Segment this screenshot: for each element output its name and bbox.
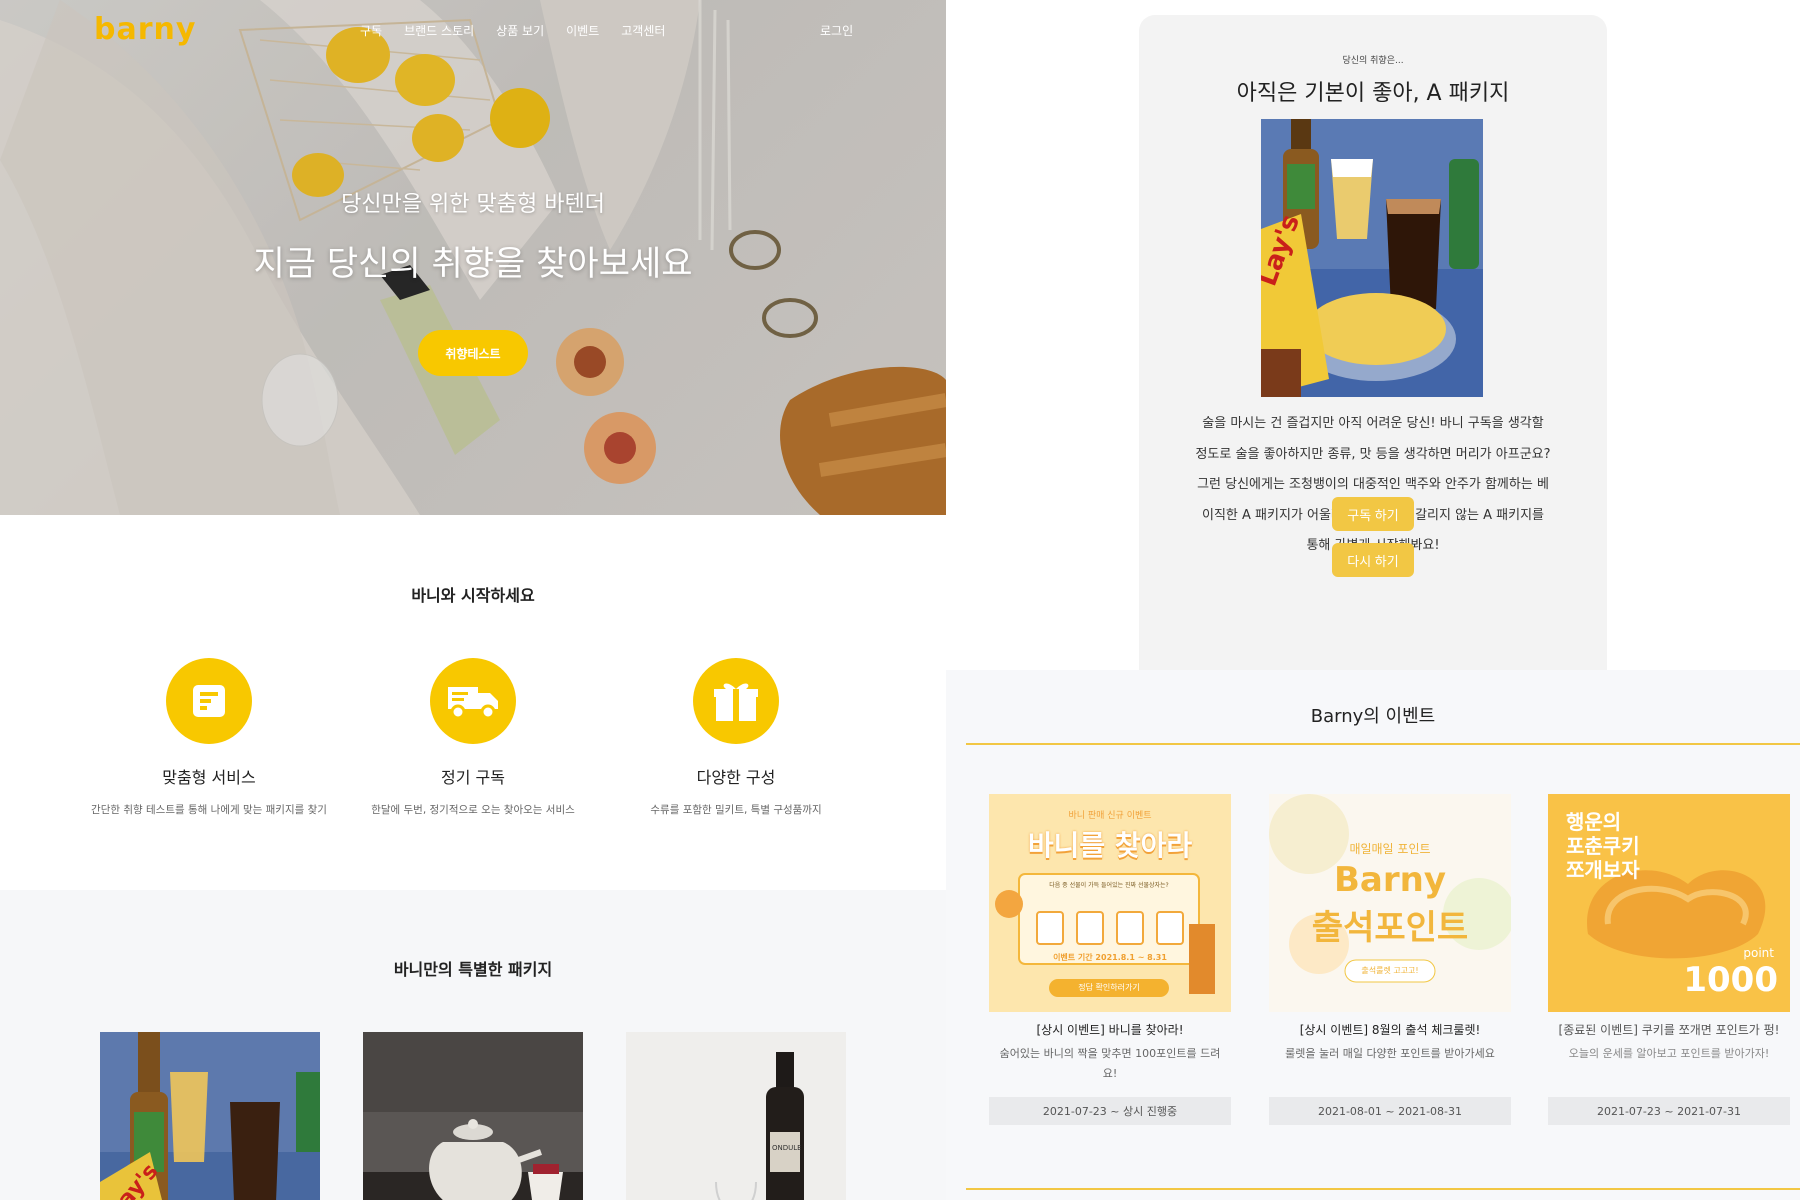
taste-test-button[interactable]: 취향테스트 [418, 330, 528, 376]
event-banner-find-barny[interactable]: 바니 판매 신규 이벤트 바니를 찾아라 다음 중 선물이 가득 들어있는 진짜… [989, 794, 1231, 1012]
event-card[interactable]: 행운의 포춘쿠키 쪼개보자 point 1000 [종료된 이벤트] 쿠키를 쪼… [1548, 794, 1790, 1125]
banner-headline-1: Barny [1334, 860, 1446, 900]
event-date: 2021-08-01 ~ 2021-08-31 [1269, 1097, 1511, 1125]
hero-title: 지금 당신의 취향을 찾아보세요 [253, 244, 693, 284]
nav-menu: 구독 브랜드 스토리 상품 보기 이벤트 고객센터 [360, 22, 665, 39]
delivery-truck-icon [430, 658, 516, 744]
banner-small-text: 매일매일 포인트 [1349, 842, 1431, 856]
feature-subscription: 정기 구독 한달에 두번, 정기적으로 오는 찾아오는 서비스 [342, 658, 604, 817]
nav-item-events[interactable]: 이벤트 [566, 22, 599, 39]
barny-logo[interactable]: barny [94, 12, 196, 47]
event-card[interactable]: 매일매일 포인트 Barny 출석포인트 출석룰렛 고고고! [상시 이벤트] … [1269, 794, 1511, 1125]
taste-result-card: 당신의 취향은... 아직은 기본이 좋아, A 패키지 Lay's 술을 마시… [1139, 15, 1607, 675]
banner-button: 정답 확인하러가기 [1078, 983, 1140, 992]
feature-custom-service: 맞춤형 서비스 간단한 취향 테스트를 통해 나에게 맞는 패키지를 찾기 [78, 658, 340, 817]
event-date: 2021-07-23 ~ 2021-07-31 [1548, 1097, 1790, 1125]
banner-caption: 다음 중 선물이 가득 들어있는 진짜 선물상자는? [1049, 882, 1169, 889]
result-description: 술을 마시는 건 즐겁지만 아직 어려운 당신! 바니 구독을 생각할 정도로 … [1195, 416, 1551, 553]
event-name: [상시 이벤트] 8월의 출석 체크룰렛! [1299, 1023, 1481, 1037]
feature-desc: 한달에 두번, 정기적으로 오는 찾아오는 서비스 [371, 804, 575, 816]
package-b-image[interactable] [363, 1032, 583, 1200]
login-link[interactable]: 로그인 [820, 22, 853, 39]
event-desc: 숨어있는 바니의 짝을 맞추면 100포인트를 드려요! [999, 1047, 1221, 1080]
result-intro: 당신의 취향은... [1342, 56, 1404, 66]
nav-item-subscribe[interactable]: 구독 [360, 22, 382, 39]
banner-button: 출석룰렛 고고고! [1361, 966, 1419, 975]
package-section: 바니만의 특별한 패키지 Lay's ONDULE [0, 890, 946, 1200]
feature-title: 맞춤형 서비스 [162, 768, 256, 787]
banner-point-label: point [1743, 946, 1774, 960]
gift-icon [693, 658, 779, 744]
event-section-title: Barny의 이벤트 [1310, 706, 1436, 727]
package-section-title: 바니만의 특별한 패키지 [393, 960, 553, 979]
start-section-title: 바니와 시작하세요 [411, 586, 535, 605]
nav-item-products[interactable]: 상품 보기 [496, 22, 544, 39]
result-title: 아직은 기본이 좋아, A 패키지 [1236, 81, 1510, 106]
banner-small-text: 바니 판매 신규 이벤트 [1068, 811, 1152, 821]
banner-point-value: 1000 [1683, 960, 1778, 1000]
banner-headline-2: 출석포인트 [1311, 908, 1469, 948]
hero-banner: barny 구독 브랜드 스토리 상품 보기 이벤트 고객센터 로그인 당신만을… [0, 0, 946, 515]
feature-desc: 간단한 취향 테스트를 통해 나에게 맞는 패키지를 찾기 [91, 804, 327, 816]
top-nav: barny 구독 브랜드 스토리 상품 보기 이벤트 고객센터 로그인 [0, 0, 946, 60]
event-banner-fortune-cookie[interactable]: 행운의 포춘쿠키 쪼개보자 point 1000 [1548, 794, 1790, 1012]
svg-text:ONDULE: ONDULE [772, 1144, 802, 1152]
right-page: 당신의 취향은... 아직은 기본이 좋아, A 패키지 Lay's 술을 마시… [946, 0, 1800, 1200]
feature-desc: 수류를 포함한 밀키트, 특별 구성품까지 [650, 804, 822, 816]
event-name: [상시 이벤트] 바니를 찾아라! [1036, 1023, 1184, 1037]
package-c-image[interactable]: ONDULE [626, 1032, 846, 1200]
nav-item-customer-center[interactable]: 고객센터 [621, 22, 665, 39]
divider [966, 743, 1800, 745]
retry-button[interactable]: 다시 하기 [1332, 543, 1414, 577]
event-desc: 룰렛을 눌러 매일 다양한 포인트를 받아가세요 [1285, 1047, 1495, 1060]
event-banner-attendance[interactable]: 매일매일 포인트 Barny 출석포인트 출석룰렛 고고고! [1269, 794, 1511, 1012]
event-desc: 오늘의 운세를 알아보고 포인트를 받아가자! [1568, 1047, 1770, 1060]
event-section: Barny의 이벤트 바니 판매 신규 이벤트 바니를 찾아라 다음 중 선물이… [946, 670, 1800, 1200]
banner-period: 이벤트 기간 2021.8.1 ~ 8.31 [1053, 953, 1167, 962]
banner-headline: 바니를 찾아라 [1027, 829, 1193, 862]
subscribe-button[interactable]: 구독 하기 [1332, 497, 1414, 531]
divider [966, 1188, 1800, 1190]
package-a-image[interactable]: Lay's [100, 1032, 320, 1200]
nav-item-brand-story[interactable]: 브랜드 스토리 [404, 22, 474, 39]
package-a-result-image: Lay's [1261, 119, 1483, 397]
event-name: [종료된 이벤트] 쿠키를 쪼개면 포인트가 펑! [1558, 1023, 1780, 1037]
event-date: 2021-07-23 ~ 상시 진행중 [989, 1097, 1231, 1125]
document-icon [166, 658, 252, 744]
banner-headline-3: 쪼개보자 [1566, 858, 1640, 882]
hero-subtitle: 당신만을 위한 맞춤형 바텐더 [341, 192, 605, 217]
event-card[interactable]: 바니 판매 신규 이벤트 바니를 찾아라 다음 중 선물이 가득 들어있는 진짜… [989, 794, 1231, 1125]
feature-variety: 다양한 구성 수류를 포함한 밀키트, 특별 구성품까지 [605, 658, 867, 817]
feature-title: 정기 구독 [441, 768, 505, 787]
feature-title: 다양한 구성 [696, 768, 776, 787]
left-page: barny 구독 브랜드 스토리 상품 보기 이벤트 고객센터 로그인 당신만을… [0, 0, 946, 1200]
